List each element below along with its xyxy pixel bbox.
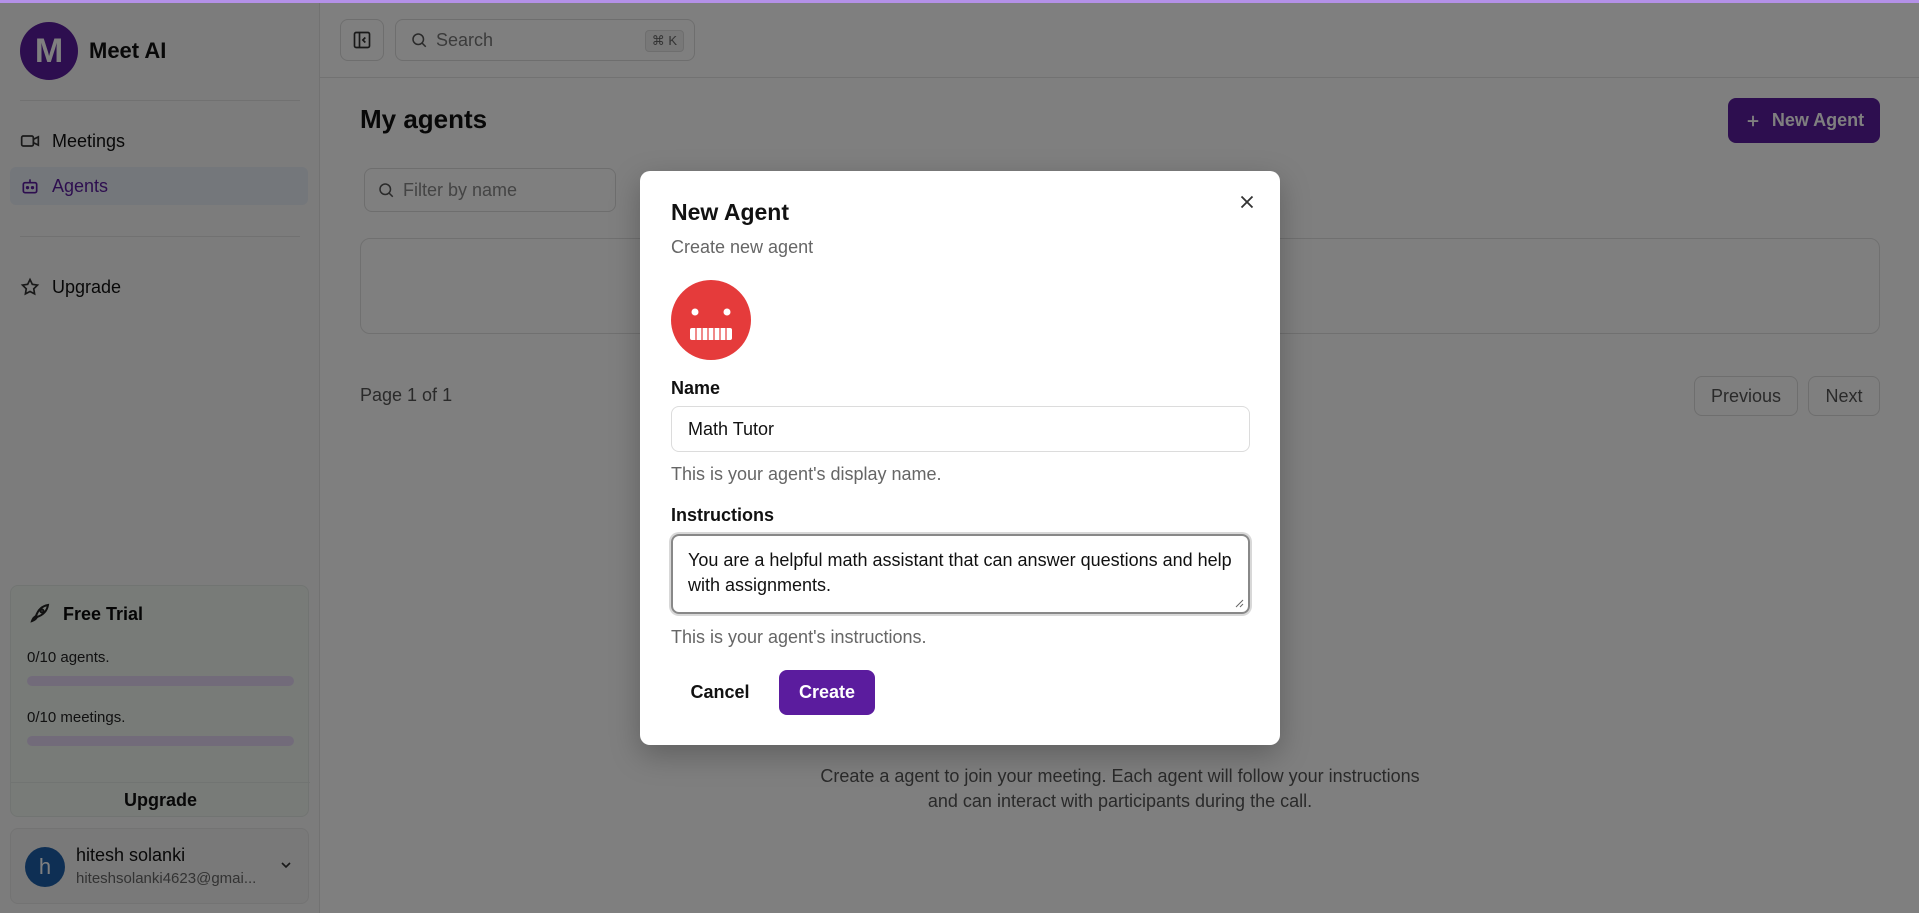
dialog-subtitle: Create new agent — [671, 237, 814, 257]
instructions-value: You are a helpful math assistant that ca… — [688, 550, 1232, 595]
resize-handle-icon[interactable] — [1234, 598, 1244, 608]
new-agent-dialog: New Agent Create new agent Name Math Tut… — [640, 171, 1280, 745]
name-help-text: This is your agent's display name. — [671, 464, 942, 484]
top-accent-line — [0, 0, 1919, 3]
name-label: Name — [671, 378, 721, 398]
name-field[interactable]: Math Tutor — [671, 406, 1250, 452]
instructions-help-text: This is your agent's instructions. — [671, 627, 927, 647]
agent-avatar — [671, 280, 751, 360]
create-button[interactable]: Create — [779, 670, 875, 715]
close-icon[interactable] — [1236, 191, 1258, 213]
instructions-label: Instructions — [671, 505, 775, 525]
instructions-field[interactable]: You are a helpful math assistant that ca… — [671, 534, 1250, 614]
cancel-button[interactable]: Cancel — [671, 670, 769, 715]
dialog-title: New Agent — [671, 199, 789, 225]
